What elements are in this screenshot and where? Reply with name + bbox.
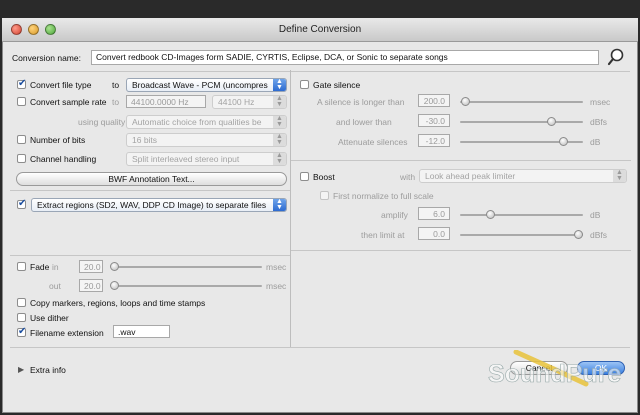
attenuate-unit: dB	[590, 137, 601, 147]
limit-at-input[interactable]: 0.0	[418, 227, 450, 240]
select-arrows-icon: ▲ ▼	[273, 96, 286, 108]
use-dither-label: Use dither	[30, 313, 69, 323]
amplify-slider-knob[interactable]	[486, 210, 495, 219]
attenuate-slider-knob[interactable]	[559, 137, 568, 146]
attenuate-input[interactable]: -12.0	[418, 134, 450, 147]
soundpure-watermark-logo: SoundPure	[486, 349, 636, 392]
convert-sample-rate-label: Convert sample rate	[30, 97, 107, 107]
sample-rate-select[interactable]: 44100 Hz ▲ ▼	[212, 95, 287, 109]
attenuate-slider[interactable]	[460, 137, 583, 146]
convert-file-type-label: Convert file type	[30, 80, 92, 90]
extract-regions-select-value: Extract regions (SD2, WAV, DDP CD Image)…	[37, 200, 267, 210]
use-dither-checkbox[interactable]	[17, 313, 26, 322]
silence-longer-slider-knob[interactable]	[461, 97, 470, 106]
channel-handling-label: Channel handling	[30, 154, 97, 164]
silence-longer-slider[interactable]	[460, 97, 583, 106]
amplify-label: amplify	[381, 210, 408, 220]
extract-regions-select[interactable]: Extract regions (SD2, WAV, DDP CD Image)…	[31, 198, 287, 212]
limit-at-slider-knob[interactable]	[574, 230, 583, 239]
filename-extension-label: Filename extension	[30, 328, 104, 338]
bits-select-value: 16 bits	[132, 135, 158, 145]
sample-rate-input[interactable]: 44100.0000 Hz	[126, 95, 206, 108]
number-of-bits-label: Number of bits	[30, 135, 86, 145]
gate-silence-label: Gate silence	[313, 80, 361, 90]
title-bar[interactable]: Define Conversion	[2, 18, 638, 42]
select-arrows-icon: ▲ ▼	[273, 153, 286, 165]
fade-in-input[interactable]: 20.0	[79, 260, 103, 273]
filename-extension-checkbox[interactable]	[17, 326, 26, 337]
filename-extension-input[interactable]: .wav	[113, 325, 170, 338]
amplify-input[interactable]: 6.0	[418, 207, 450, 220]
conversion-name-input[interactable]: Convert redbook CD-Images form SADIE, CY…	[91, 50, 599, 65]
select-arrows-icon: ▲ ▼	[273, 116, 286, 128]
window-title: Define Conversion	[278, 24, 362, 35]
select-arrows-icon: ▲ ▼	[273, 199, 286, 211]
and-lower-input[interactable]: -30.0	[418, 114, 450, 127]
first-normalize-checkbox[interactable]	[320, 191, 329, 200]
gate-silence-checkbox[interactable]	[300, 80, 309, 89]
boost-checkbox[interactable]	[300, 172, 309, 181]
fade-in-label: in	[52, 262, 59, 272]
fade-out-slider-knob[interactable]	[110, 281, 119, 290]
bits-select[interactable]: 16 bits ▲ ▼	[126, 133, 287, 147]
bwf-annotation-button[interactable]: BWF Annotation Text...	[16, 172, 287, 186]
channel-handling-select-value: Split interleaved stereo input	[132, 154, 240, 164]
convert-file-type-checkbox[interactable]	[17, 78, 26, 89]
amplify-slider[interactable]	[460, 210, 583, 219]
limit-at-unit: dBfs	[590, 230, 608, 240]
quality-select[interactable]: Automatic choice from qualities be ▲ ▼	[126, 115, 287, 129]
copy-markers-label: Copy markers, regions, loops and time st…	[30, 298, 206, 308]
and-lower-slider[interactable]	[460, 117, 583, 126]
extract-regions-checkbox[interactable]	[17, 198, 26, 209]
conversion-name-label: Conversion name:	[12, 53, 81, 63]
sample-rate-to-label: to	[112, 97, 120, 107]
extra-info-label[interactable]: Extra info	[30, 365, 66, 375]
convert-sample-rate-checkbox[interactable]	[17, 97, 26, 106]
fade-out-slider[interactable]	[110, 281, 262, 290]
using-quality-label: using quality	[78, 117, 126, 127]
and-lower-label: and lower than	[336, 117, 392, 127]
fade-out-input[interactable]: 20.0	[79, 279, 103, 292]
select-arrows-icon: ▲ ▼	[273, 79, 286, 91]
copy-markers-checkbox[interactable]	[17, 298, 26, 307]
quality-select-value: Automatic choice from qualities be	[132, 117, 262, 127]
sample-rate-select-value: 44100 Hz	[218, 97, 255, 107]
first-normalize-label: First normalize to full scale	[333, 191, 434, 201]
fade-label: Fade	[30, 262, 50, 272]
file-type-select-value: Broadcast Wave - PCM (uncompres	[132, 80, 268, 90]
disclosure-triangle-icon[interactable]: ▶	[18, 365, 24, 374]
boost-method-select[interactable]: Look ahead peak limiter ▲ ▼	[419, 169, 627, 183]
limit-at-label: then limit at	[361, 230, 405, 240]
fade-in-unit: msec	[266, 262, 287, 272]
boost-method-select-value: Look ahead peak limiter	[425, 171, 516, 181]
and-lower-slider-knob[interactable]	[547, 117, 556, 126]
soundpure-watermark-text: SoundPure	[488, 360, 621, 388]
and-lower-unit: dBfs	[590, 117, 608, 127]
fade-in-slider[interactable]	[110, 262, 262, 271]
number-of-bits-checkbox[interactable]	[17, 135, 26, 144]
amplify-unit: dB	[590, 210, 601, 220]
fade-out-unit: msec	[266, 281, 287, 291]
convert-file-type-to-label: to	[112, 80, 120, 90]
select-arrows-icon: ▲ ▼	[273, 134, 286, 146]
channel-handling-checkbox[interactable]	[17, 154, 26, 163]
select-arrows-icon: ▲ ▼	[613, 170, 626, 182]
fade-out-label: out	[49, 281, 61, 291]
channel-handling-select[interactable]: Split interleaved stereo input ▲ ▼	[126, 152, 287, 166]
attenuate-label: Attenuate silences	[338, 137, 408, 147]
silence-longer-input[interactable]: 200.0	[418, 94, 450, 107]
boost-label: Boost	[313, 172, 335, 182]
silence-longer-unit: msec	[590, 97, 611, 107]
silence-longer-label: A silence is longer than	[317, 97, 405, 107]
magnifier-lookup-icon[interactable]	[606, 47, 626, 67]
fade-in-slider-knob[interactable]	[110, 262, 119, 271]
limit-at-slider[interactable]	[460, 230, 583, 239]
boost-with-label: with	[400, 172, 416, 182]
file-type-select[interactable]: Broadcast Wave - PCM (uncompres ▲ ▼	[126, 78, 287, 92]
fade-checkbox[interactable]	[17, 262, 26, 271]
